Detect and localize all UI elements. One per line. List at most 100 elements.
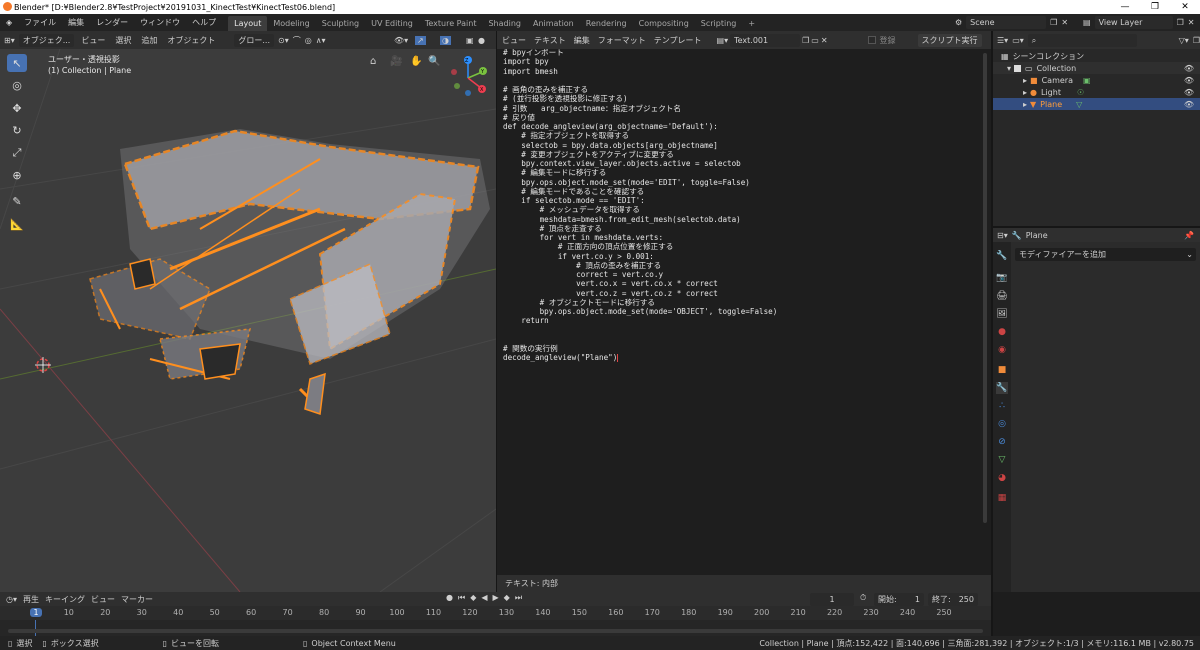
outliner-item-plane[interactable]: ▸ ▼ Plane ▽ 👁 — [993, 98, 1200, 110]
zoom-view-icon[interactable]: 🔍 — [428, 56, 440, 67]
menu-edit[interactable]: 編集 — [62, 14, 90, 31]
navigation-gizmo[interactable]: Z Y X — [448, 53, 494, 99]
modifier-tab-icon[interactable]: 🔧 — [996, 382, 1008, 394]
blender-menu-icon[interactable]: ◈ — [0, 14, 18, 31]
3d-viewport[interactable]: ユーザー・透視投影 (1) Collection | Plane ↖ ◎ ✥ ↻… — [0, 49, 496, 592]
text-menu-text[interactable]: テキスト — [531, 32, 569, 49]
view-layer-icon[interactable]: ▤ — [1083, 18, 1091, 27]
area-splitter[interactable] — [993, 226, 1200, 228]
prev-keyframe-icon[interactable]: ◆ — [470, 593, 476, 603]
view-layer-selector[interactable]: View Layer — [1094, 16, 1173, 29]
outliner-scene-collection[interactable]: ▦ シーンコレクション — [993, 50, 1200, 62]
overlay-toggle-icon[interactable]: ◑ — [440, 35, 451, 45]
interaction-mode-dropdown[interactable]: オブジェク... — [18, 33, 75, 47]
viewport-menu-object[interactable]: オブジェクト — [164, 32, 218, 49]
falloff-icon[interactable]: ∧▾ — [316, 36, 326, 45]
workspace-tab-modeling[interactable]: Modeling — [267, 16, 315, 31]
timeline[interactable]: 1 10 20 30 40 50 60 70 80 90 100 110 120 130 140 150 160… — [0, 606, 991, 636]
next-keyframe-icon[interactable]: ◆ — [504, 593, 510, 603]
move-tool-icon[interactable]: ✥ — [7, 99, 27, 117]
outliner-item-light[interactable]: ▸ ● Light ☉ 👁 — [993, 86, 1200, 98]
code-content[interactable]: # bpyインポート import bpy import bmesh # 画角の歪み… — [503, 49, 777, 363]
collection-checkbox[interactable] — [1014, 64, 1022, 72]
measure-tool-icon[interactable]: 📐 — [7, 215, 27, 233]
outliner-item-collection[interactable]: ▾ ▭ Collection 👁 — [993, 62, 1200, 74]
menu-render[interactable]: レンダー — [90, 14, 134, 31]
eye-icon[interactable]: 👁 — [1184, 76, 1194, 85]
transform-tool-icon[interactable]: ⊕ — [7, 166, 27, 184]
eye-icon[interactable]: 👁 — [1184, 88, 1194, 97]
particles-tab-icon[interactable]: ∴ — [996, 400, 1008, 412]
plane-mesh[interactable] — [89, 129, 490, 416]
timeline-scrollbar[interactable] — [8, 629, 983, 633]
play-reverse-icon[interactable]: ◀ — [481, 593, 487, 603]
end-frame-field[interactable]: 終了: 250 — [928, 593, 978, 606]
maximize-button[interactable]: ❐ — [1140, 0, 1170, 14]
scene-tab-icon[interactable]: ● — [996, 326, 1008, 338]
close-button[interactable]: ✕ — [1170, 0, 1200, 14]
text-menu-edit[interactable]: 編集 — [571, 32, 593, 49]
workspace-tab-animation[interactable]: Animation — [527, 16, 580, 31]
texture-tab-icon[interactable]: ▦ — [996, 492, 1008, 504]
workspace-tab-rendering[interactable]: Rendering — [580, 16, 633, 31]
eye-icon[interactable]: 👁 — [1184, 64, 1194, 73]
cursor-tool-icon[interactable]: ◎ — [7, 76, 27, 94]
new-view-layer-icon[interactable]: ❐ — [1177, 18, 1184, 27]
eye-icon[interactable]: 👁 — [1184, 100, 1194, 109]
workspace-tab-layout[interactable]: Layout — [228, 15, 268, 31]
viewport-menu-select[interactable]: 選択 — [112, 32, 134, 49]
text-menu-view[interactable]: ビュー — [499, 32, 529, 49]
text-scrollbar[interactable] — [983, 53, 987, 523]
add-workspace-button[interactable]: + — [742, 16, 761, 31]
delete-view-layer-icon[interactable]: ✕ — [1188, 18, 1195, 27]
outliner-search-input[interactable]: ⌕ — [1027, 33, 1137, 47]
timer-icon[interactable]: ⏱ — [860, 593, 866, 603]
start-frame-field[interactable]: 開始: 1 — [874, 593, 924, 606]
text-menu-templates[interactable]: テンプレート — [651, 32, 705, 49]
timeline-menu-view[interactable]: ビュー — [91, 594, 115, 605]
rotate-tool-icon[interactable]: ↻ — [7, 121, 27, 139]
timeline-menu-keying[interactable]: キーイング — [45, 594, 85, 605]
area-splitter[interactable] — [991, 31, 993, 636]
scene-selector[interactable]: Scene — [966, 16, 1047, 29]
area-splitter[interactable] — [496, 31, 497, 592]
new-scene-icon[interactable]: ❐ — [1050, 18, 1057, 27]
properties-editor-icon[interactable]: ⊟▾ — [997, 231, 1008, 240]
text-menu-format[interactable]: フォーマット — [595, 32, 649, 49]
workspace-tab-compositing[interactable]: Compositing — [633, 16, 695, 31]
annotate-tool-icon[interactable]: ✎ — [7, 192, 27, 210]
open-text-icon[interactable]: ▭ — [811, 36, 819, 45]
pin-icon[interactable]: 📌 — [1184, 231, 1194, 240]
render-tab-icon[interactable]: 📷 — [996, 272, 1008, 284]
minimize-button[interactable]: — — [1110, 0, 1140, 14]
camera-view-icon[interactable]: 🎥 — [390, 56, 402, 67]
viewport-menu-view[interactable]: ビュー — [78, 32, 108, 49]
new-collection-icon[interactable]: ❐ — [1193, 36, 1200, 45]
outliner-display-mode-icon[interactable]: ▭▾ — [1012, 36, 1024, 45]
record-icon[interactable]: ● — [446, 593, 453, 603]
outliner-editor-icon[interactable]: ☰▾ — [997, 36, 1008, 45]
unlink-text-icon[interactable]: ✕ — [821, 36, 828, 45]
outliner[interactable]: ▦ シーンコレクション ▾ ▭ Collection 👁 ▸ ■ Camera … — [993, 49, 1200, 226]
object-tab-icon[interactable]: ■ — [996, 364, 1008, 376]
workspace-tab-texture-paint[interactable]: Texture Paint — [419, 16, 483, 31]
workspace-tab-shading[interactable]: Shading — [482, 16, 527, 31]
view-layer-tab-icon[interactable]: 🖼 — [996, 308, 1008, 320]
run-script-button[interactable]: スクリプト実行 — [917, 33, 982, 47]
gizmo-toggle-icon[interactable]: ↗ — [415, 35, 426, 45]
menu-window[interactable]: ウィンドウ — [134, 14, 186, 31]
fake-user-icon[interactable]: ❐ — [802, 36, 809, 45]
jump-start-icon[interactable]: ⏮ — [458, 593, 465, 603]
outliner-filter-icon[interactable]: ▽▾ — [1179, 36, 1189, 45]
world-tab-icon[interactable]: ◉ — [996, 344, 1008, 356]
material-tab-icon[interactable]: ◕ — [996, 472, 1008, 484]
timeline-menu-playback[interactable]: 再生 — [23, 594, 39, 605]
output-tab-icon[interactable]: 🖨 — [996, 290, 1008, 302]
data-tab-icon[interactable]: ▽ — [996, 454, 1008, 466]
shading-solid-icon[interactable]: ● — [478, 36, 485, 45]
toggle-camera-view-icon[interactable]: ⌂ — [370, 56, 376, 67]
delete-scene-icon[interactable]: ✕ — [1061, 18, 1068, 27]
workspace-tab-sculpting[interactable]: Sculpting — [316, 16, 365, 31]
pivot-point-icon[interactable]: ⊙▾ — [278, 36, 289, 45]
timeline-menu-marker[interactable]: マーカー — [121, 594, 153, 605]
